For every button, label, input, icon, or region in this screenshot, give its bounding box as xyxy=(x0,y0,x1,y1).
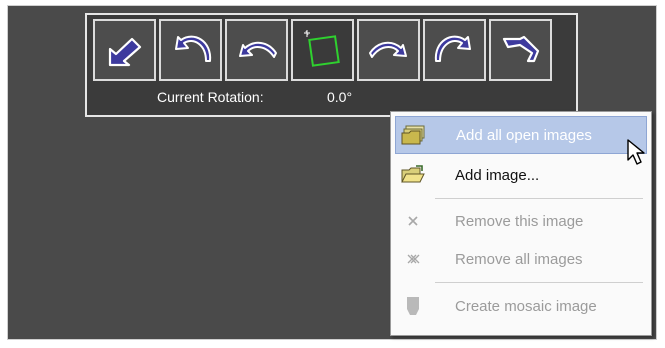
rotate-left-arc-button[interactable] xyxy=(159,19,222,81)
menu-item-remove-all-images[interactable]: Remove all images xyxy=(395,240,647,278)
rotate-right-90-icon xyxy=(502,35,539,63)
folder-stack-icon xyxy=(396,116,432,154)
rotate-left-arc-icon xyxy=(174,35,211,62)
rotate-right-fine-icon xyxy=(368,41,407,58)
rotate-right-fine-button[interactable] xyxy=(357,19,420,81)
rotation-value: 0.0° xyxy=(327,89,353,105)
menu-separator xyxy=(435,282,643,283)
rotate-right-arc-button[interactable] xyxy=(423,19,486,81)
rotation-toolbar: Current Rotation: 0.0° xyxy=(85,13,578,117)
rotate-left-90-button[interactable] xyxy=(93,19,156,81)
menu-item-add-image[interactable]: Add image... xyxy=(395,156,647,194)
menu-item-label: Add image... xyxy=(455,166,540,184)
context-menu: Add all open images Add image... Remove … xyxy=(390,111,652,336)
menu-item-add-all-open-images[interactable]: Add all open images xyxy=(395,116,647,154)
menu-item-label: Add all open images xyxy=(456,126,592,144)
menu-item-label: Remove this image xyxy=(455,212,584,230)
menu-item-remove-this-image[interactable]: Remove this image xyxy=(395,202,647,240)
mosaic-icon xyxy=(395,287,431,325)
rotate-left-fine-icon xyxy=(238,41,277,58)
rotate-left-90-icon xyxy=(108,37,141,67)
free-rotate-icon xyxy=(303,30,340,67)
rotate-right-arc-icon xyxy=(434,35,471,62)
open-folder-icon xyxy=(395,156,431,194)
free-rotate-button[interactable] xyxy=(291,19,354,81)
menu-item-create-mosaic-image[interactable]: Create mosaic image xyxy=(395,287,647,325)
menu-item-label: Remove all images xyxy=(455,250,583,268)
remove-x-icon xyxy=(395,202,431,240)
remove-all-icon xyxy=(395,240,431,278)
mouse-cursor-icon xyxy=(627,139,645,165)
rotate-left-fine-button[interactable] xyxy=(225,19,288,81)
menu-separator xyxy=(435,198,643,199)
rotate-right-90-button[interactable] xyxy=(489,19,552,81)
menu-item-label: Create mosaic image xyxy=(455,297,597,315)
rotation-label: Current Rotation: xyxy=(157,89,264,105)
